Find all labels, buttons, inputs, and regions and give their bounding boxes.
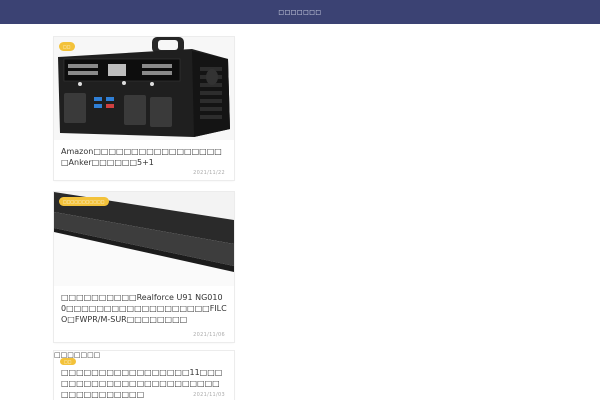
category-badge[interactable]: □□ — [59, 42, 75, 51]
article-card[interactable]: □□□□□□□□□□□ □□□□□□□□□□Realforce U91 NG01… — [54, 192, 234, 342]
article-date: 2021/11/06 — [193, 332, 225, 338]
wrist-rest-image — [54, 192, 234, 286]
article-date: 2021/11/03 — [193, 392, 225, 398]
article-thumbnail-power-station[interactable]: □□ — [54, 37, 234, 140]
article-thumbnail-wrist-rest[interactable]: □□□□□□□□□□□ — [54, 192, 234, 286]
article-title[interactable]: Amazon□□□□□□□□□□□□□□□□□□Anker□□□□□□5+1 — [54, 140, 234, 168]
power-station-image — [54, 37, 234, 140]
article-title[interactable]: □□□□□□□□□□Realforce U91 NG0100□□□□□□□□□□… — [54, 286, 234, 325]
image-alt-label: □□□□□□□ — [54, 351, 101, 359]
site-header: □□□□□□□ — [0, 0, 600, 24]
site-title[interactable]: □□□□□□□ — [278, 9, 321, 16]
category-badge[interactable]: □□□□□□□□□□□ — [59, 197, 109, 206]
article-card[interactable]: □□ Amazon□□□□□□□□□□□□□□□□□□Anker□□□□□□5+… — [54, 37, 234, 180]
article-date: 2021/11/22 — [193, 170, 225, 176]
